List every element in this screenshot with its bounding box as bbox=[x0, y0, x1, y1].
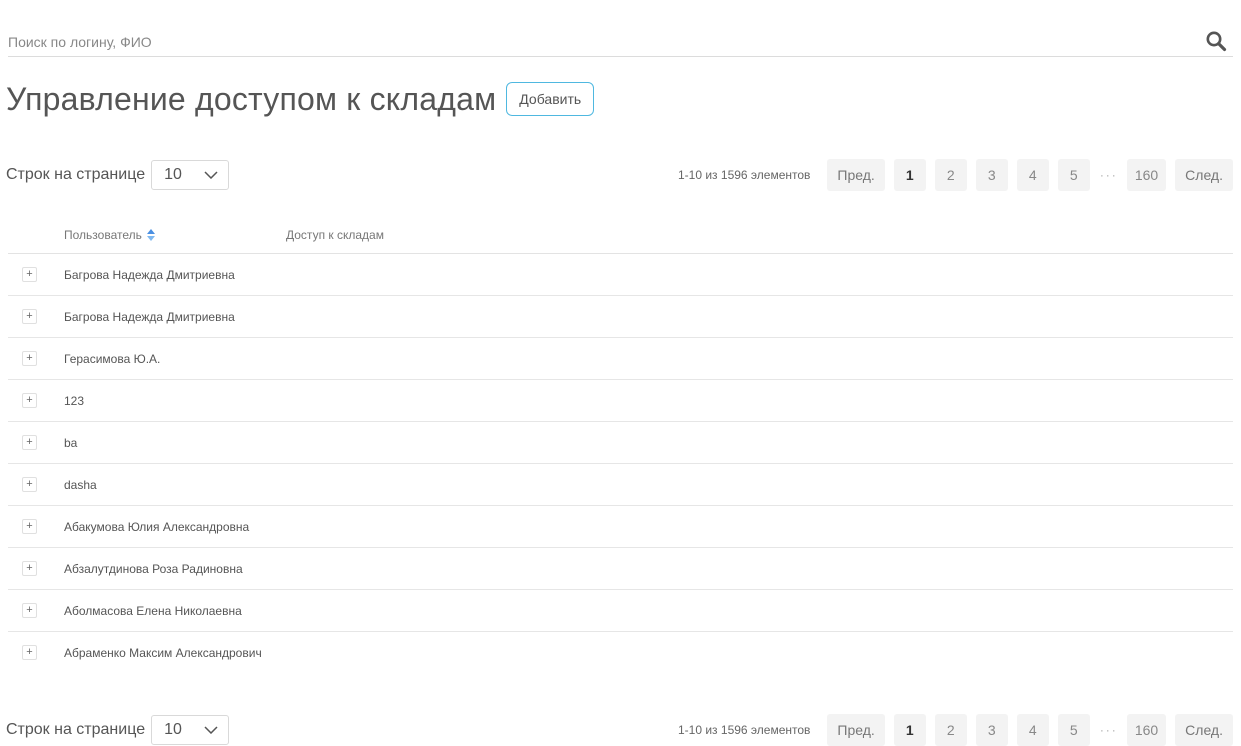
table-row: + Абраменко Максим Александрович bbox=[8, 632, 1233, 674]
expand-row-button[interactable]: + bbox=[22, 603, 37, 618]
expand-row-button[interactable]: + bbox=[22, 519, 37, 534]
page-button-3[interactable]: 3 bbox=[975, 159, 1008, 191]
expand-row-button[interactable]: + bbox=[22, 267, 37, 282]
page-button-last[interactable]: 160 bbox=[1126, 714, 1167, 746]
next-page-button[interactable]: След. bbox=[1175, 714, 1233, 746]
rows-per-page-select[interactable]: 10 bbox=[151, 160, 230, 190]
page-button-2[interactable]: 2 bbox=[934, 159, 967, 191]
table-header: Пользователь Доступ к складам bbox=[8, 219, 1233, 254]
user-cell: Абакумова Юлия Александровна bbox=[64, 520, 250, 534]
rows-per-page-select[interactable]: 10 bbox=[151, 715, 230, 745]
expand-row-button[interactable]: + bbox=[22, 477, 37, 492]
add-button[interactable]: Добавить bbox=[506, 82, 595, 116]
table-row: + Аболмасова Елена Николаевна bbox=[8, 590, 1233, 632]
table-row: + Абзалутдинова Роза Радиновна bbox=[8, 548, 1233, 590]
user-cell: Аболмасова Елена Николаевна bbox=[64, 604, 242, 618]
table-body: + Багрова Надежда Дмитриевна + Багрова Н… bbox=[8, 254, 1233, 674]
page-button-4[interactable]: 4 bbox=[1016, 714, 1049, 746]
expand-row-button[interactable]: + bbox=[22, 435, 37, 450]
search-input[interactable] bbox=[8, 30, 1188, 54]
sort-icon[interactable] bbox=[146, 229, 155, 241]
expand-row-button[interactable]: + bbox=[22, 309, 37, 324]
prev-page-button[interactable]: Пред. bbox=[827, 159, 885, 191]
user-cell: Багрова Надежда Дмитриевна bbox=[64, 310, 235, 324]
chevron-down-icon bbox=[204, 721, 218, 739]
page-button-5[interactable]: 5 bbox=[1057, 159, 1090, 191]
table-row: + 123 bbox=[8, 380, 1233, 422]
title-row: Управление доступом к складам Добавить bbox=[6, 78, 595, 120]
page-title: Управление доступом к складам bbox=[6, 80, 497, 117]
user-cell: Абзалутдинова Роза Радиновна bbox=[64, 562, 243, 576]
user-cell: Абраменко Максим Александрович bbox=[64, 646, 262, 660]
chevron-down-icon bbox=[204, 166, 218, 184]
rows-per-page-value: 10 bbox=[164, 721, 182, 738]
column-header-user[interactable]: Пользователь bbox=[64, 228, 155, 242]
next-page-button[interactable]: След. bbox=[1175, 159, 1233, 191]
table-row: + Абакумова Юлия Александровна bbox=[8, 506, 1233, 548]
prev-page-button[interactable]: Пред. bbox=[827, 714, 885, 746]
table-row: + ba bbox=[8, 422, 1233, 464]
user-cell: Герасимова Ю.А. bbox=[64, 352, 161, 366]
user-cell: 123 bbox=[64, 394, 85, 408]
rows-per-page-label: Строк на странице bbox=[6, 166, 146, 183]
expand-row-button[interactable]: + bbox=[22, 393, 37, 408]
pagination-ellipsis[interactable]: ··· bbox=[1100, 168, 1118, 182]
pagination-bottom: Строк на странице 10 1-10 из 1596 элемен… bbox=[6, 714, 1233, 746]
page-button-3[interactable]: 3 bbox=[975, 714, 1008, 746]
table-row: + Багрова Надежда Дмитриевна bbox=[8, 254, 1233, 296]
column-header-user-label: Пользователь bbox=[64, 228, 142, 242]
page-button-1[interactable]: 1 bbox=[893, 159, 926, 191]
rows-per-page-value: 10 bbox=[164, 166, 182, 183]
expand-row-button[interactable]: + bbox=[22, 645, 37, 660]
page-button-5[interactable]: 5 bbox=[1057, 714, 1090, 746]
page-button-2[interactable]: 2 bbox=[934, 714, 967, 746]
table-row: + Багрова Надежда Дмитриевна bbox=[8, 296, 1233, 338]
rows-per-page-label: Строк на странице bbox=[6, 721, 146, 738]
range-text: 1-10 из 1596 элементов bbox=[678, 168, 811, 182]
page-button-4[interactable]: 4 bbox=[1016, 159, 1049, 191]
user-cell: Багрова Надежда Дмитриевна bbox=[64, 268, 235, 282]
user-cell: dasha bbox=[64, 478, 97, 492]
pagination-top: Строк на странице 10 1-10 из 1596 элемен… bbox=[6, 159, 1233, 191]
page-button-last[interactable]: 160 bbox=[1126, 159, 1167, 191]
table-row: + dasha bbox=[8, 464, 1233, 506]
user-cell: ba bbox=[64, 436, 78, 450]
expand-row-button[interactable]: + bbox=[22, 561, 37, 576]
table-row: + Герасимова Ю.А. bbox=[8, 338, 1233, 380]
page-button-1[interactable]: 1 bbox=[893, 714, 926, 746]
search-icon[interactable] bbox=[1205, 30, 1227, 52]
column-header-access: Доступ к складам bbox=[286, 228, 384, 242]
search-bar bbox=[8, 24, 1233, 57]
expand-row-button[interactable]: + bbox=[22, 351, 37, 366]
pagination-ellipsis[interactable]: ··· bbox=[1100, 723, 1118, 737]
range-text: 1-10 из 1596 элементов bbox=[678, 723, 811, 737]
